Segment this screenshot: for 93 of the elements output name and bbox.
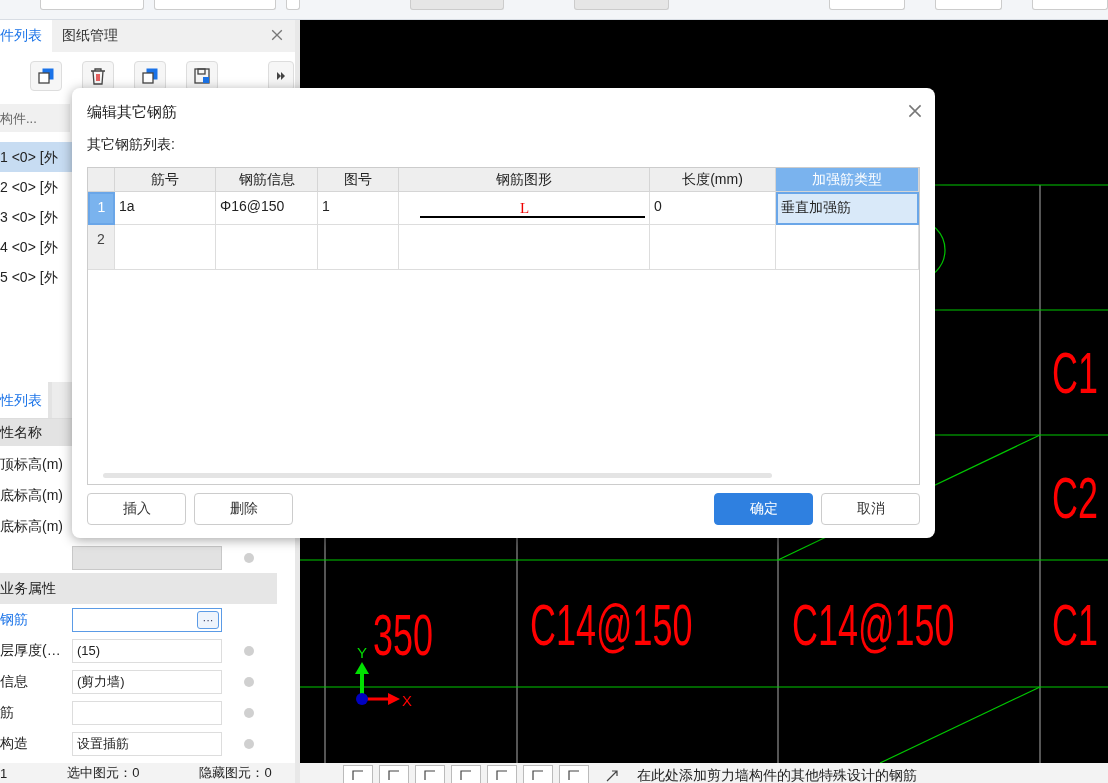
save-button[interactable] bbox=[186, 61, 218, 91]
fast-forward-icon bbox=[276, 72, 286, 80]
snap-icon bbox=[423, 768, 437, 781]
component-item[interactable]: 1 <0> [外 bbox=[0, 142, 72, 172]
rebar-label: C14@150 bbox=[792, 592, 955, 657]
table-cell[interactable]: Φ16@150 bbox=[216, 192, 318, 225]
property-field[interactable]: (剪力墙) bbox=[72, 669, 222, 694]
component-item[interactable]: 3 <0> [外 bbox=[0, 202, 72, 232]
copy-button[interactable] bbox=[134, 61, 166, 91]
hint-text: 在此处添加剪力墙构件的其他特殊设计的钢筋 bbox=[637, 767, 917, 783]
property-name: 信息 bbox=[0, 672, 29, 691]
status-text: 隐藏图元：0 bbox=[199, 764, 272, 782]
snap-button[interactable] bbox=[451, 765, 481, 783]
status-dot bbox=[244, 552, 254, 563]
copy-button[interactable] bbox=[30, 61, 62, 91]
property-name: 筋 bbox=[0, 703, 15, 722]
status-dot bbox=[244, 738, 254, 749]
snap-icon bbox=[567, 768, 581, 781]
scrollbar[interactable] bbox=[103, 473, 772, 478]
shape-cell[interactable] bbox=[399, 225, 650, 270]
rebar-label: C1 bbox=[1052, 592, 1098, 657]
rebar-label: C1 bbox=[1052, 340, 1098, 405]
table-cell[interactable] bbox=[776, 225, 919, 270]
property-name: 层厚度(… bbox=[0, 641, 62, 660]
property-name: 底标高(m) bbox=[0, 486, 64, 505]
component-item[interactable]: 5 <0> [外 bbox=[0, 262, 72, 292]
property-field[interactable]: 设置插筋 bbox=[72, 731, 222, 756]
component-item[interactable]: 2 <0> [外 bbox=[0, 172, 72, 202]
status-text: 1 bbox=[0, 765, 8, 781]
property-name: 顶标高(m) bbox=[0, 455, 64, 474]
shape-label: L bbox=[520, 200, 530, 217]
property-name: 底标高(m) bbox=[0, 517, 64, 536]
copy-icon bbox=[141, 67, 159, 85]
column-header[interactable]: 长度(mm) bbox=[650, 168, 776, 192]
component-item[interactable]: 4 <0> [外 bbox=[0, 232, 72, 262]
dialog-title: 编辑其它钢筋 bbox=[87, 102, 177, 122]
close-icon[interactable] bbox=[271, 28, 283, 41]
more-button[interactable] bbox=[268, 61, 294, 91]
axis-label: Y bbox=[357, 644, 367, 661]
table-cell[interactable] bbox=[318, 225, 399, 270]
rebar-label: C14@150 bbox=[530, 592, 693, 657]
panel-tab[interactable]: 件列表 bbox=[0, 20, 52, 52]
section-header: 业务属性 bbox=[0, 573, 277, 604]
row-number[interactable]: 2 bbox=[88, 225, 115, 270]
property-name: 钢筋 bbox=[0, 610, 29, 629]
property-name: 构造 bbox=[0, 734, 29, 753]
column-header[interactable]: 图号 bbox=[318, 168, 399, 192]
table-cell[interactable] bbox=[650, 225, 776, 270]
property-field[interactable] bbox=[72, 700, 222, 725]
more-button[interactable]: ··· bbox=[197, 610, 219, 629]
table-cell[interactable]: 1a bbox=[115, 192, 216, 225]
snap-button[interactable] bbox=[379, 765, 409, 783]
snap-icon bbox=[351, 768, 365, 781]
snap-icon bbox=[387, 768, 401, 781]
delete-button[interactable] bbox=[82, 61, 114, 91]
rebar-label: C2 bbox=[1052, 465, 1098, 530]
snap-button[interactable] bbox=[559, 765, 589, 783]
table-cell[interactable] bbox=[115, 225, 216, 270]
dialog-button[interactable]: 确定 bbox=[714, 493, 813, 525]
column-header[interactable]: 钢筋图形 bbox=[399, 168, 650, 192]
table-cell[interactable]: 垂直加强筋 bbox=[776, 192, 919, 225]
snap-icon bbox=[531, 768, 545, 781]
save-icon bbox=[193, 67, 211, 85]
snap-icon bbox=[495, 768, 509, 781]
axis-label: X bbox=[402, 692, 412, 709]
rebar-label: 350 bbox=[373, 602, 433, 667]
snap-icon bbox=[459, 768, 473, 781]
snap-button[interactable] bbox=[487, 765, 517, 783]
snap-button[interactable] bbox=[523, 765, 553, 783]
table-cell[interactable]: 1 bbox=[318, 192, 399, 225]
property-field[interactable]: (15) bbox=[72, 638, 222, 663]
trash-icon bbox=[90, 67, 106, 85]
list-label: 其它钢筋列表: bbox=[87, 136, 176, 154]
copy-icon bbox=[37, 67, 55, 85]
snap-button[interactable] bbox=[415, 765, 445, 783]
status-dot bbox=[244, 707, 254, 718]
snap-button[interactable] bbox=[343, 765, 373, 783]
axis-icon bbox=[355, 662, 400, 705]
column-header[interactable]: 钢筋信息 bbox=[216, 168, 318, 192]
panel-tab[interactable]: 性列表 bbox=[0, 382, 52, 418]
close-icon[interactable] bbox=[908, 103, 922, 118]
picker-field[interactable]: ··· bbox=[72, 607, 222, 632]
status-dot bbox=[244, 645, 254, 656]
table-cell[interactable] bbox=[216, 225, 318, 270]
column-header[interactable]: 筋号 bbox=[115, 168, 216, 192]
dialog-button[interactable]: 取消 bbox=[821, 493, 920, 525]
shape-cell[interactable]: L bbox=[399, 192, 650, 225]
status-dot bbox=[244, 676, 254, 687]
dialog-button[interactable]: 插入 bbox=[87, 493, 186, 525]
status-text: 选中图元：0 bbox=[67, 764, 140, 782]
search-field[interactable]: 构件... bbox=[0, 104, 70, 132]
dialog-button[interactable]: 删除 bbox=[194, 493, 293, 525]
expand-icon bbox=[605, 769, 619, 783]
